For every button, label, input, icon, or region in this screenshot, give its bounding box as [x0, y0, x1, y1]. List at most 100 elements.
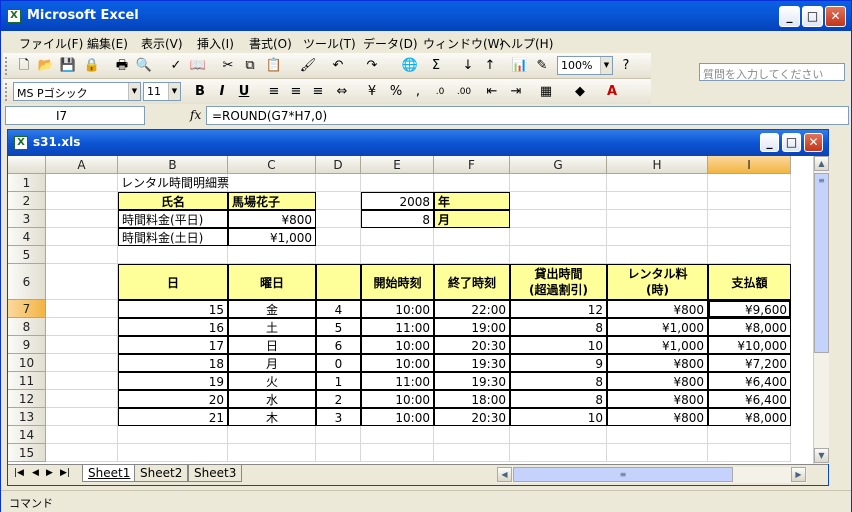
workbook-minimize-button[interactable]: _ — [760, 133, 779, 152]
grid-cell[interactable] — [118, 444, 228, 462]
cell-rate[interactable]: ¥1,000 — [607, 336, 708, 354]
drawing-icon[interactable]: ✎ — [533, 57, 551, 75]
grid-cell[interactable] — [607, 192, 708, 210]
decrease-decimal-icon[interactable]: .00 — [455, 83, 473, 101]
row-header[interactable]: 3 — [8, 210, 46, 228]
row-header[interactable]: 12 — [8, 390, 46, 408]
close-button[interactable]: ✕ — [825, 6, 846, 27]
row-header[interactable]: 4 — [8, 228, 46, 246]
label-weekend-rate[interactable]: 時間料金(土日) — [118, 228, 228, 246]
row-header[interactable]: 8 — [8, 318, 46, 336]
cell-day[interactable]: 15 — [118, 300, 228, 318]
align-center-icon[interactable]: ≡ — [287, 83, 305, 101]
scroll-left-icon[interactable]: ◀ — [497, 467, 512, 482]
cell-payment[interactable]: ¥9,600 — [708, 300, 791, 318]
grid-cell[interactable] — [46, 318, 118, 336]
cell-hours[interactable]: 8 — [510, 372, 607, 390]
cell-weekday-number[interactable]: 4 — [316, 300, 361, 318]
value-name[interactable]: 馬場花子 — [228, 192, 316, 210]
grid-cell[interactable] — [361, 174, 434, 192]
scroll-up-icon[interactable]: ▲ — [814, 156, 829, 171]
scroll-down-icon[interactable]: ▼ — [814, 448, 829, 463]
cell-end-time[interactable]: 19:30 — [434, 354, 510, 372]
table-header[interactable]: 日 — [118, 264, 228, 300]
grid-cell[interactable] — [708, 228, 791, 246]
tab-sheet1[interactable]: Sheet1 — [82, 465, 137, 482]
cell-day[interactable]: 20 — [118, 390, 228, 408]
cell-weekday[interactable]: 火 — [228, 372, 316, 390]
row-header[interactable]: 10 — [8, 354, 46, 372]
grid-cell[interactable] — [607, 174, 708, 192]
toolbar-grip[interactable] — [5, 57, 8, 75]
cell-payment[interactable]: ¥6,400 — [708, 372, 791, 390]
row-header[interactable]: 2 — [8, 192, 46, 210]
prev-sheet-icon[interactable]: ◀ — [32, 468, 39, 478]
grid-cell[interactable] — [46, 228, 118, 246]
grid-cell[interactable] — [46, 336, 118, 354]
workbook-close-button[interactable]: ✕ — [804, 133, 823, 152]
grid-cell[interactable] — [434, 228, 510, 246]
new-icon[interactable]: 🗋 — [15, 57, 33, 75]
cell-day[interactable]: 21 — [118, 408, 228, 426]
redo-icon[interactable]: ↷ — [363, 57, 381, 75]
cut-icon[interactable]: ✂ — [219, 57, 237, 75]
column-header[interactable]: B — [118, 156, 228, 174]
table-header[interactable]: 支払額 — [708, 264, 791, 300]
grid-cell[interactable] — [46, 246, 118, 264]
menu-file[interactable]: ファイル(F) — [19, 35, 83, 52]
sort-ascending-icon[interactable]: ↓ — [459, 57, 477, 75]
format-painter-icon[interactable]: 🖌 — [299, 57, 317, 75]
horizontal-scroll-thumb[interactable]: ≡ — [513, 467, 733, 482]
cell-hours[interactable]: 8 — [510, 390, 607, 408]
grid-cell[interactable] — [46, 372, 118, 390]
value-year[interactable]: 2008 — [361, 192, 434, 210]
fill-color-icon[interactable]: ◆ — [571, 83, 589, 101]
menu-window[interactable]: ウィンドウ(W) — [423, 35, 504, 52]
cell-payment[interactable]: ¥7,200 — [708, 354, 791, 372]
table-header[interactable]: 曜日 — [228, 264, 316, 300]
cell-rate[interactable]: ¥800 — [607, 372, 708, 390]
percent-icon[interactable]: % — [387, 83, 405, 101]
label-month[interactable]: 月 — [434, 210, 510, 228]
grid-cell[interactable] — [607, 246, 708, 264]
grid-cell[interactable] — [316, 192, 361, 210]
grid-cell[interactable] — [510, 426, 607, 444]
row-header[interactable]: 9 — [8, 336, 46, 354]
comma-icon[interactable]: , — [409, 83, 427, 101]
cell-weekday-number[interactable]: 5 — [316, 318, 361, 336]
grid-cell[interactable] — [46, 426, 118, 444]
grid-cell[interactable] — [434, 444, 510, 462]
spreadsheet-grid[interactable]: A B C D E F G H I 1 2 3 4 5 6 7 8 9 10 11 12 13 14 15 レンタル時間明細票氏… — [8, 156, 813, 464]
row-header[interactable]: 15 — [8, 444, 46, 462]
row-header[interactable]: 6 — [8, 264, 46, 300]
cell-hours[interactable]: 9 — [510, 354, 607, 372]
column-header[interactable]: G — [510, 156, 607, 174]
column-header[interactable]: C — [228, 156, 316, 174]
table-header[interactable]: 開始時刻 — [361, 264, 434, 300]
cell-end-time[interactable]: 22:00 — [434, 300, 510, 318]
grid-cell[interactable] — [708, 210, 791, 228]
permission-icon[interactable]: 🔒 — [83, 57, 101, 75]
save-icon[interactable]: 💾 — [59, 57, 77, 75]
cell-payment[interactable]: ¥10,000 — [708, 336, 791, 354]
menu-insert[interactable]: 挿入(I) — [197, 35, 234, 52]
value-weekday-rate[interactable]: ¥800 — [228, 210, 316, 228]
vertical-scrollbar[interactable]: ▲ ≡ ▼ — [813, 156, 829, 464]
paste-icon[interactable]: 📋 — [265, 57, 283, 75]
cell-hours[interactable]: 12 — [510, 300, 607, 318]
grid-cell[interactable] — [46, 264, 118, 300]
cell-rate[interactable]: ¥800 — [607, 408, 708, 426]
grid-cell[interactable] — [708, 444, 791, 462]
row-header[interactable]: 14 — [8, 426, 46, 444]
cell-end-time[interactable]: 19:00 — [434, 318, 510, 336]
grid-cell[interactable] — [607, 426, 708, 444]
grid-cell[interactable] — [228, 444, 316, 462]
grid-cell[interactable] — [510, 444, 607, 462]
grid-cell[interactable] — [46, 192, 118, 210]
row-header[interactable]: 5 — [8, 246, 46, 264]
cell-weekday[interactable]: 日 — [228, 336, 316, 354]
help-icon[interactable]: ? — [617, 57, 635, 75]
cell-weekday-number[interactable]: 0 — [316, 354, 361, 372]
grid-cell[interactable] — [607, 210, 708, 228]
value-weekend-rate[interactable]: ¥1,000 — [228, 228, 316, 246]
